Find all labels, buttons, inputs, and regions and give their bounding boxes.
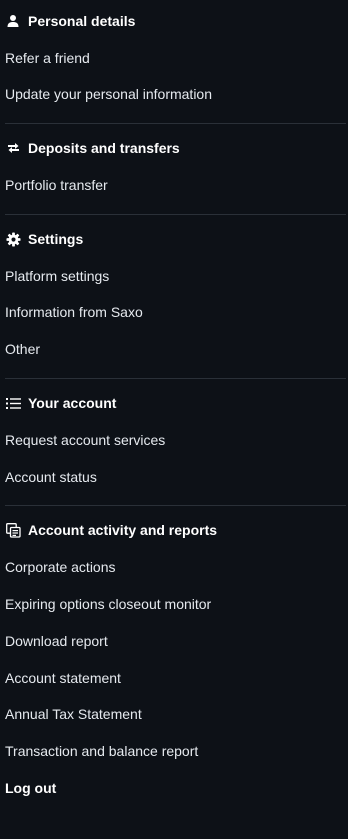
section-title: Account activity and reports: [28, 522, 218, 538]
menu-item-portfolio-transfer[interactable]: Portfolio transfer: [5, 176, 108, 194]
gear-icon: [5, 231, 21, 247]
menu-item-expiring-options-closeout-monitor[interactable]: Expiring options closeout monitor: [5, 595, 211, 613]
list-icon: [5, 395, 21, 411]
divider: [5, 378, 346, 379]
account-menu: Personal details Refer a friend Update y…: [0, 0, 348, 839]
divider: [5, 214, 346, 215]
menu-item-platform-settings[interactable]: Platform settings: [5, 267, 109, 285]
divider: [5, 123, 346, 124]
section-title: Personal details: [28, 13, 136, 29]
section-header-settings: Settings: [5, 229, 83, 249]
menu-item-account-statement[interactable]: Account statement: [5, 669, 121, 687]
section-header-personal-details: Personal details: [5, 11, 135, 31]
menu-item-information-from-saxo[interactable]: Information from Saxo: [5, 303, 143, 321]
divider: [5, 505, 346, 506]
menu-item-other[interactable]: Other: [5, 340, 40, 358]
transfer-arrows-icon: [5, 140, 21, 156]
menu-item-corporate-actions[interactable]: Corporate actions: [5, 558, 116, 576]
menu-item-update-personal-information[interactable]: Update your personal information: [5, 85, 212, 103]
section-header-account-activity-and-reports: Account activity and reports: [5, 520, 217, 540]
section-title: Deposits and transfers: [28, 140, 180, 156]
section-header-deposits-and-transfers: Deposits and transfers: [5, 138, 180, 158]
section-title: Your account: [28, 395, 117, 411]
user-icon: [5, 13, 21, 29]
logout-button[interactable]: Log out: [5, 779, 56, 797]
reports-icon: [5, 522, 21, 538]
section-header-your-account: Your account: [5, 393, 116, 413]
menu-item-account-status[interactable]: Account status: [5, 468, 97, 486]
menu-item-request-account-services[interactable]: Request account services: [5, 431, 165, 449]
menu-item-refer-a-friend[interactable]: Refer a friend: [5, 49, 90, 67]
section-title: Settings: [28, 231, 84, 247]
menu-item-annual-tax-statement[interactable]: Annual Tax Statement: [5, 705, 142, 723]
menu-item-transaction-and-balance-report[interactable]: Transaction and balance report: [5, 742, 198, 760]
menu-item-download-report[interactable]: Download report: [5, 632, 108, 650]
